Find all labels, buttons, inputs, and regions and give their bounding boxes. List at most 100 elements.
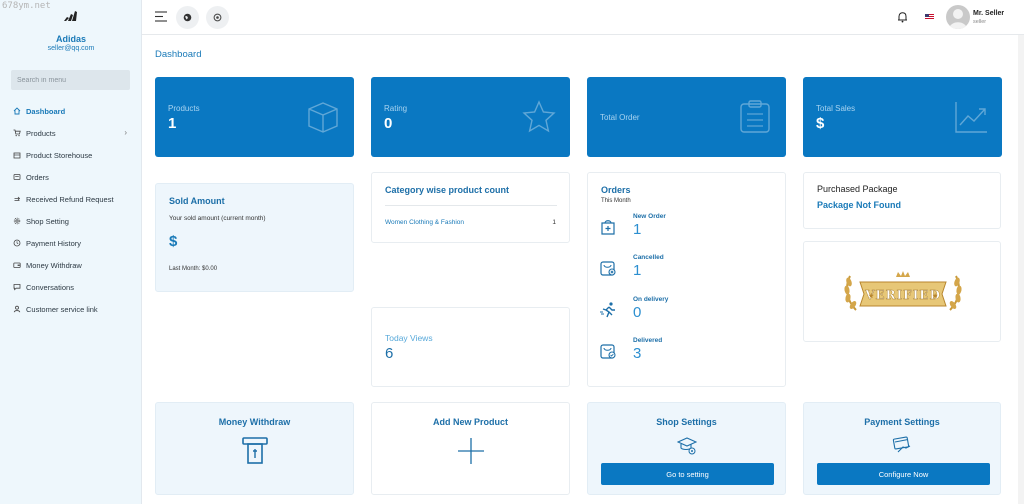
cart-icon bbox=[13, 129, 21, 137]
gear-icon bbox=[13, 217, 21, 225]
sidebar-item-payment-history[interactable]: Payment History bbox=[0, 232, 142, 254]
storehouse-icon bbox=[13, 151, 21, 159]
category-row-name[interactable]: Women Clothing & Fashion bbox=[385, 219, 464, 226]
sold-amount-value: $ bbox=[169, 233, 178, 250]
orders-icon bbox=[13, 173, 21, 181]
new-order-icon bbox=[601, 220, 615, 235]
category-title: Category wise product count bbox=[385, 185, 510, 195]
sidebar-item-label: Product Storehouse bbox=[26, 150, 93, 160]
menu-search-input[interactable] bbox=[11, 70, 130, 90]
package-title: Purchased Package bbox=[817, 184, 898, 194]
orders-title: Orders bbox=[601, 185, 631, 195]
withdraw-icon bbox=[241, 437, 268, 464]
sidebar-item-label: Dashboard bbox=[26, 106, 66, 116]
notification-bell-icon[interactable] bbox=[897, 11, 908, 23]
order-row-cancelled: Cancelled 1 bbox=[599, 254, 759, 284]
user-name[interactable]: Mr. Seller bbox=[973, 10, 1004, 17]
stat-card-rating: Rating 0 bbox=[371, 77, 570, 157]
brand-logo[interactable] bbox=[63, 10, 79, 22]
plus-icon[interactable] bbox=[457, 437, 485, 465]
sidebar-item-shop-setting[interactable]: Shop Setting bbox=[0, 210, 142, 232]
today-views-value: 6 bbox=[385, 345, 394, 362]
sidebar-item-label: Conversations bbox=[26, 282, 74, 292]
payment-card-icon bbox=[892, 436, 911, 453]
wallet-icon bbox=[13, 261, 21, 269]
package-status: Package Not Found bbox=[817, 200, 902, 210]
today-views-card: Today Views 6 bbox=[371, 307, 570, 387]
order-row-label: New Order bbox=[633, 213, 666, 220]
sidebar-item-product-storehouse[interactable]: Product Storehouse bbox=[0, 144, 142, 166]
add-new-product-card[interactable]: Add New Product bbox=[371, 402, 570, 495]
sidebar-item-label: Payment History bbox=[26, 238, 82, 248]
sidebar-menu: Dashboard Products › Product Storehouse … bbox=[0, 100, 142, 320]
sold-amount-subtitle: Your sold amount (current month) bbox=[169, 215, 266, 222]
sidebar-item-products[interactable]: Products › bbox=[0, 122, 142, 144]
chat-icon bbox=[13, 283, 21, 291]
stat-label: Rating bbox=[384, 104, 408, 113]
sidebar-item-orders[interactable]: Orders bbox=[0, 166, 142, 188]
page-title: Dashboard bbox=[155, 49, 202, 60]
add-product-title: Add New Product bbox=[432, 417, 508, 427]
configure-now-button[interactable]: Configure Now bbox=[817, 463, 990, 485]
user-avatar-icon bbox=[949, 9, 967, 29]
sold-amount-title: Sold Amount bbox=[169, 196, 225, 206]
divider bbox=[385, 205, 557, 206]
sidebar-item-label: Orders bbox=[26, 172, 49, 182]
avatar[interactable] bbox=[946, 5, 970, 29]
verified-badge-text: VERIFIED bbox=[864, 288, 941, 302]
stat-label: Total Order bbox=[600, 113, 640, 122]
sidebar-item-refund-request[interactable]: Received Refund Request bbox=[0, 188, 142, 210]
category-count-card: Category wise product count Women Clothi… bbox=[371, 172, 570, 243]
money-withdraw-title: Money Withdraw bbox=[218, 417, 291, 427]
orders-subtitle: This Month bbox=[601, 198, 631, 204]
sidebar-item-label: Received Refund Request bbox=[26, 194, 114, 204]
stat-value: 1 bbox=[168, 115, 177, 132]
delivered-icon bbox=[600, 344, 616, 359]
order-row-on-delivery: On delivery 0 bbox=[599, 296, 759, 326]
clipboard-icon bbox=[740, 100, 770, 133]
stat-card-total-sales: Total Sales $ bbox=[803, 77, 1002, 157]
stat-label: Total Sales bbox=[816, 104, 856, 113]
brand-name: Adidas bbox=[55, 34, 86, 44]
refund-icon bbox=[13, 195, 21, 203]
order-row-value: 0 bbox=[633, 304, 642, 321]
order-row-delivered: Delivered 3 bbox=[599, 337, 759, 367]
go-to-setting-button[interactable]: Go to setting bbox=[601, 463, 774, 485]
sold-amount-last-month: Last Month: $0.00 bbox=[169, 266, 218, 272]
sidebar-item-money-withdraw[interactable]: Money Withdraw bbox=[0, 254, 142, 276]
order-row-new: New Order 1 bbox=[599, 213, 759, 243]
stat-card-products: Products 1 bbox=[155, 77, 354, 157]
svg-text:★: ★ bbox=[932, 292, 938, 300]
sidebar-item-conversations[interactable]: Conversations bbox=[0, 276, 142, 298]
stat-label: Products bbox=[168, 104, 200, 113]
order-row-label: On delivery bbox=[633, 296, 669, 303]
order-row-value: 1 bbox=[633, 221, 642, 238]
star-icon bbox=[522, 100, 556, 133]
category-row-count: 1 bbox=[552, 219, 556, 226]
sidebar: Adidas seller@qq.com Dashboard Products … bbox=[0, 0, 142, 504]
us-flag-icon[interactable] bbox=[925, 14, 934, 20]
running-person-icon bbox=[600, 302, 615, 318]
stat-value: 0 bbox=[384, 115, 393, 132]
svg-text:★: ★ bbox=[868, 292, 874, 300]
box-icon bbox=[308, 102, 338, 133]
history-icon bbox=[13, 239, 21, 247]
payment-settings-card: Payment Settings Configure Now bbox=[803, 402, 1001, 495]
cache-button[interactable] bbox=[206, 6, 229, 29]
chevron-right-icon: › bbox=[124, 128, 127, 137]
sidebar-item-label: Customer service link bbox=[26, 304, 98, 314]
menu-toggle-icon[interactable] bbox=[155, 11, 167, 22]
globe-button[interactable] bbox=[176, 6, 199, 29]
verified-badge-icon: VERIFIED ★ ★ bbox=[844, 271, 962, 311]
globe-icon bbox=[183, 13, 192, 22]
stat-card-total-order: Total Order bbox=[587, 77, 786, 157]
graduation-cap-icon bbox=[676, 437, 697, 455]
money-withdraw-card[interactable]: Money Withdraw bbox=[155, 402, 354, 495]
sidebar-item-customer-service[interactable]: Customer service link bbox=[0, 298, 142, 320]
brand-email: seller@qq.com bbox=[47, 45, 95, 52]
sidebar-item-label: Products bbox=[26, 128, 56, 138]
trend-chart-icon bbox=[955, 102, 987, 133]
scrollbar[interactable] bbox=[1018, 35, 1024, 504]
orders-card: Orders This Month New Order 1 Cancelled … bbox=[587, 172, 786, 387]
sidebar-item-dashboard[interactable]: Dashboard bbox=[0, 100, 142, 122]
